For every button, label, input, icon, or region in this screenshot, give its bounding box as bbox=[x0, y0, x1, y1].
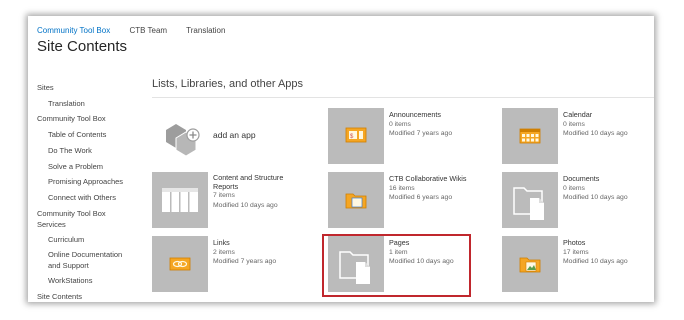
tile-documents[interactable] bbox=[502, 172, 558, 228]
calendar-icon bbox=[519, 128, 541, 144]
app-count: 16 items bbox=[389, 184, 415, 192]
tile-info-content-structure-reports: Content and Structure Reports 7 items Mo… bbox=[213, 173, 303, 210]
app-modified: Modified 10 days ago bbox=[563, 258, 628, 266]
tile-info-photos: Photos 17 items Modified 10 days ago bbox=[563, 238, 628, 267]
add-app-link[interactable]: add an app bbox=[213, 130, 256, 140]
app-modified: Modified 10 days ago bbox=[563, 130, 628, 138]
nav-item-table-of-contents[interactable]: Table of Contents bbox=[37, 127, 137, 143]
link-icon bbox=[169, 257, 191, 271]
top-navigation: Community Tool Box CTB Team Translation bbox=[37, 26, 242, 35]
nav-item-community-tool-box-services[interactable]: Community Tool Box Services bbox=[37, 206, 117, 232]
section-divider bbox=[152, 97, 654, 98]
app-count: 0 items bbox=[563, 120, 585, 128]
section-heading: Lists, Libraries, and other Apps bbox=[152, 78, 304, 90]
app-name[interactable]: Content and Structure Reports bbox=[213, 173, 303, 191]
app-modified: Modified 7 years ago bbox=[213, 258, 277, 266]
site-contents-window: Community Tool Box CTB Team Translation … bbox=[28, 16, 654, 302]
tile-info-ctb-wikis: CTB Collaborative Wikis 16 items Modifie… bbox=[389, 174, 466, 203]
tile-content-structure-reports[interactable] bbox=[152, 172, 208, 228]
nav-item-workstations[interactable]: WorkStations bbox=[37, 273, 137, 289]
topnav-ctb-team[interactable]: CTB Team bbox=[129, 26, 167, 35]
pages-highlight-box bbox=[322, 234, 471, 297]
picture-library-icon bbox=[519, 257, 541, 273]
nav-item-community-tool-box[interactable]: Community Tool Box bbox=[37, 111, 137, 127]
nav-item-do-the-work[interactable]: Do The Work bbox=[37, 143, 137, 159]
app-name[interactable]: Photos bbox=[563, 238, 628, 248]
tile-info-documents: Documents 0 items Modified 10 days ago bbox=[563, 174, 628, 203]
nav-item-promising-approaches[interactable]: Promising Approaches bbox=[37, 174, 137, 190]
announcement-icon: $ bbox=[345, 127, 367, 143]
nav-item-sites[interactable]: Sites bbox=[37, 80, 137, 96]
app-name[interactable]: Calendar bbox=[563, 110, 628, 120]
page-title: Site Contents bbox=[37, 38, 128, 55]
tile-calendar[interactable] bbox=[502, 108, 558, 164]
app-name[interactable]: Links bbox=[213, 238, 276, 248]
app-count: 2 items bbox=[213, 248, 235, 256]
tile-links[interactable] bbox=[152, 236, 208, 292]
nav-item-solve-a-problem[interactable]: Solve a Problem bbox=[37, 159, 137, 175]
add-app-icon[interactable] bbox=[162, 118, 204, 158]
app-count: 7 items bbox=[213, 192, 235, 200]
tile-info-calendar: Calendar 0 items Modified 10 days ago bbox=[563, 110, 628, 139]
app-name[interactable]: Documents bbox=[563, 174, 628, 184]
topnav-community-tool-box[interactable]: Community Tool Box bbox=[37, 26, 110, 35]
app-modified: Modified 10 days ago bbox=[563, 194, 628, 202]
table-icon bbox=[162, 188, 198, 212]
quick-launch-nav: Sites Translation Community Tool Box Tab… bbox=[37, 80, 137, 302]
tile-info-announcements: Announcements 0 items Modified 7 years a… bbox=[389, 110, 452, 139]
tile-announcements[interactable]: $ bbox=[328, 108, 384, 164]
app-name[interactable]: Announcements bbox=[389, 110, 452, 120]
nav-item-connect-with-others[interactable]: Connect with Others bbox=[37, 190, 137, 206]
app-modified: Modified 10 days ago bbox=[213, 201, 278, 209]
app-modified: Modified 7 years ago bbox=[389, 130, 453, 138]
topnav-translation[interactable]: Translation bbox=[186, 26, 225, 35]
wiki-library-icon bbox=[345, 193, 367, 209]
nav-item-online-documentation[interactable]: Online Documentation and Support bbox=[37, 247, 132, 273]
app-count: 0 items bbox=[389, 120, 411, 128]
tile-ctb-collaborative-wikis[interactable] bbox=[328, 172, 384, 228]
app-count: 17 items bbox=[563, 248, 589, 256]
nav-item-translation[interactable]: Translation bbox=[37, 96, 137, 112]
app-name[interactable]: CTB Collaborative Wikis bbox=[389, 174, 466, 184]
app-count: 0 items bbox=[563, 184, 585, 192]
nav-item-curriculum[interactable]: Curriculum bbox=[37, 232, 137, 248]
tile-photos[interactable] bbox=[502, 236, 558, 292]
nav-item-site-contents[interactable]: Site Contents bbox=[37, 289, 137, 302]
app-modified: Modified 6 years ago bbox=[389, 194, 453, 202]
tile-info-links: Links 2 items Modified 7 years ago bbox=[213, 238, 276, 267]
document-library-icon bbox=[513, 187, 544, 220]
